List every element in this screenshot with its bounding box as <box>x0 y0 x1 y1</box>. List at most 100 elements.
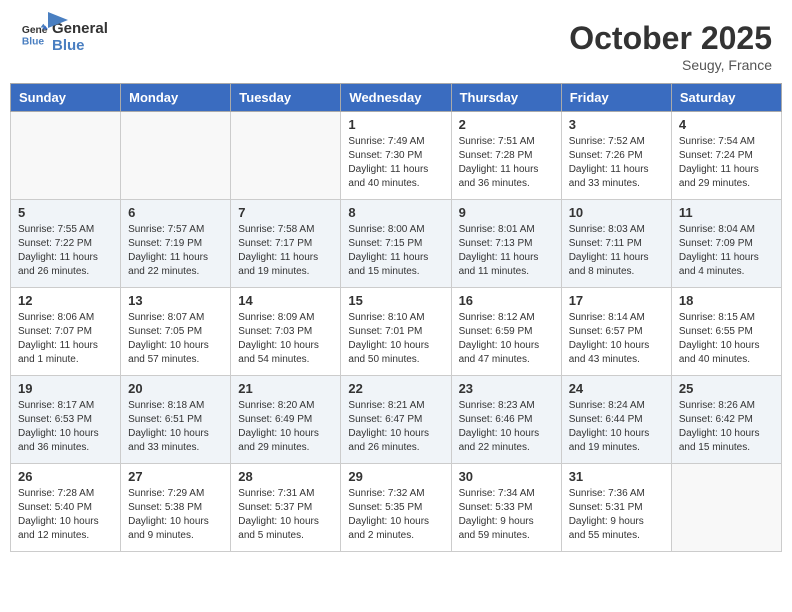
day-number: 17 <box>569 293 664 308</box>
calendar-cell-day-24: 24 Sunrise: 8:24 AM Sunset: 6:44 PM Dayli… <box>561 376 671 464</box>
cell-content: Sunrise: 7:57 AM Sunset: 7:19 PM Dayligh… <box>128 223 223 279</box>
day-number: 22 <box>348 381 443 396</box>
calendar-cell-day-30: 30 Sunrise: 7:34 AM Sunset: 5:33 PM Dayli… <box>451 464 561 552</box>
weekday-header-saturday: Saturday <box>671 84 781 112</box>
calendar-cell-day-13: 13 Sunrise: 8:07 AM Sunset: 7:05 PM Dayli… <box>121 288 231 376</box>
cell-content: Sunrise: 8:07 AM Sunset: 7:05 PM Dayligh… <box>128 311 223 367</box>
page-header: General Blue General Blue October 2025 S… <box>10 10 782 78</box>
calendar-cell-day-3: 3 Sunrise: 7:52 AM Sunset: 7:26 PM Daylig… <box>561 112 671 200</box>
calendar-cell-day-22: 22Sunrise: 8:21 AM Sunset: 6:47 PM Dayli… <box>341 376 451 464</box>
calendar-cell-day-26: 26 Sunrise: 7:28 AM Sunset: 5:40 PM Dayli… <box>11 464 121 552</box>
cell-content: Sunrise: 7:34 AM Sunset: 5:33 PM Dayligh… <box>459 487 554 543</box>
calendar-cell-day-4: 4Sunrise: 7:54 AM Sunset: 7:24 PM Daylig… <box>671 112 781 200</box>
weekday-header-sunday: Sunday <box>11 84 121 112</box>
day-number: 30 <box>459 469 554 484</box>
day-number: 27 <box>128 469 223 484</box>
calendar-cell-day-2: 2 Sunrise: 7:51 AM Sunset: 7:28 PM Daylig… <box>451 112 561 200</box>
weekday-header-thursday: Thursday <box>451 84 561 112</box>
calendar-cell-empty <box>11 112 121 200</box>
day-number: 8 <box>348 205 443 220</box>
cell-content: Sunrise: 7:52 AM Sunset: 7:26 PM Dayligh… <box>569 135 664 191</box>
day-number: 12 <box>18 293 113 308</box>
logo-icon: General Blue <box>20 20 48 48</box>
day-number: 21 <box>238 381 333 396</box>
weekday-header-wednesday: Wednesday <box>341 84 451 112</box>
day-number: 25 <box>679 381 774 396</box>
day-number: 2 <box>459 117 554 132</box>
day-number: 3 <box>569 117 664 132</box>
calendar-cell-day-17: 17 Sunrise: 8:14 AM Sunset: 6:57 PM Dayli… <box>561 288 671 376</box>
cell-content: Sunrise: 7:32 AM Sunset: 5:35 PM Dayligh… <box>348 487 443 543</box>
cell-content: Sunrise: 8:15 AM Sunset: 6:55 PM Dayligh… <box>679 311 774 367</box>
cell-content: Sunrise: 8:06 AM Sunset: 7:07 PM Dayligh… <box>18 311 113 367</box>
cell-content: Sunrise: 7:49 AM Sunset: 7:30 PM Dayligh… <box>348 135 443 191</box>
month-title: October 2025 <box>569 20 772 57</box>
logo-blue: Blue <box>52 37 108 54</box>
day-number: 5 <box>18 205 113 220</box>
cell-content: Sunrise: 8:00 AM Sunset: 7:15 PM Dayligh… <box>348 223 443 279</box>
calendar-cell-day-16: 16Sunrise: 8:12 AM Sunset: 6:59 PM Dayli… <box>451 288 561 376</box>
calendar-cell-day-7: 7 Sunrise: 7:58 AM Sunset: 7:17 PM Daylig… <box>231 200 341 288</box>
calendar-cell-empty <box>231 112 341 200</box>
day-number: 1 <box>348 117 443 132</box>
cell-content: Sunrise: 8:23 AM Sunset: 6:46 PM Dayligh… <box>459 399 554 455</box>
day-number: 31 <box>569 469 664 484</box>
cell-content: Sunrise: 8:09 AM Sunset: 7:03 PM Dayligh… <box>238 311 333 367</box>
calendar-table: SundayMondayTuesdayWednesdayThursdayFrid… <box>10 83 782 552</box>
day-number: 28 <box>238 469 333 484</box>
cell-content: Sunrise: 8:18 AM Sunset: 6:51 PM Dayligh… <box>128 399 223 455</box>
calendar-week-row: 12 Sunrise: 8:06 AM Sunset: 7:07 PM Dayli… <box>11 288 782 376</box>
calendar-week-row: 19 Sunrise: 8:17 AM Sunset: 6:53 PM Dayli… <box>11 376 782 464</box>
day-number: 18 <box>679 293 774 308</box>
weekday-header-monday: Monday <box>121 84 231 112</box>
day-number: 7 <box>238 205 333 220</box>
title-block: October 2025 Seugy, France <box>569 20 772 73</box>
day-number: 15 <box>348 293 443 308</box>
cell-content: Sunrise: 7:55 AM Sunset: 7:22 PM Dayligh… <box>18 223 113 279</box>
day-number: 4 <box>679 117 774 132</box>
calendar-cell-day-29: 29 Sunrise: 7:32 AM Sunset: 5:35 PM Dayli… <box>341 464 451 552</box>
calendar-cell-day-18: 18 Sunrise: 8:15 AM Sunset: 6:55 PM Dayli… <box>671 288 781 376</box>
day-number: 9 <box>459 205 554 220</box>
cell-content: Sunrise: 8:26 AM Sunset: 6:42 PM Dayligh… <box>679 399 774 455</box>
calendar-cell-day-10: 10Sunrise: 8:03 AM Sunset: 7:11 PM Dayli… <box>561 200 671 288</box>
cell-content: Sunrise: 8:24 AM Sunset: 6:44 PM Dayligh… <box>569 399 664 455</box>
calendar-cell-day-23: 23 Sunrise: 8:23 AM Sunset: 6:46 PM Dayli… <box>451 376 561 464</box>
calendar-cell-day-21: 21 Sunrise: 8:20 AM Sunset: 6:49 PM Dayli… <box>231 376 341 464</box>
logo: General Blue General Blue <box>20 20 68 54</box>
calendar-cell-empty <box>121 112 231 200</box>
calendar-cell-day-25: 25 Sunrise: 8:26 AM Sunset: 6:42 PM Dayli… <box>671 376 781 464</box>
cell-content: Sunrise: 7:28 AM Sunset: 5:40 PM Dayligh… <box>18 487 113 543</box>
calendar-cell-day-1: 1 Sunrise: 7:49 AM Sunset: 7:30 PM Daylig… <box>341 112 451 200</box>
cell-content: Sunrise: 8:20 AM Sunset: 6:49 PM Dayligh… <box>238 399 333 455</box>
calendar-cell-empty <box>671 464 781 552</box>
cell-content: Sunrise: 8:17 AM Sunset: 6:53 PM Dayligh… <box>18 399 113 455</box>
day-number: 16 <box>459 293 554 308</box>
calendar-cell-day-5: 5 Sunrise: 7:55 AM Sunset: 7:22 PM Daylig… <box>11 200 121 288</box>
calendar-week-row: 5 Sunrise: 7:55 AM Sunset: 7:22 PM Daylig… <box>11 200 782 288</box>
day-number: 6 <box>128 205 223 220</box>
day-number: 24 <box>569 381 664 396</box>
logo-arrow-icon <box>48 12 68 28</box>
day-number: 23 <box>459 381 554 396</box>
cell-content: Sunrise: 7:58 AM Sunset: 7:17 PM Dayligh… <box>238 223 333 279</box>
cell-content: Sunrise: 8:04 AM Sunset: 7:09 PM Dayligh… <box>679 223 774 279</box>
day-number: 11 <box>679 205 774 220</box>
cell-content: Sunrise: 8:03 AM Sunset: 7:11 PM Dayligh… <box>569 223 664 279</box>
weekday-header-friday: Friday <box>561 84 671 112</box>
day-number: 29 <box>348 469 443 484</box>
cell-content: Sunrise: 7:31 AM Sunset: 5:37 PM Dayligh… <box>238 487 333 543</box>
location: Seugy, France <box>569 57 772 73</box>
day-number: 20 <box>128 381 223 396</box>
day-number: 26 <box>18 469 113 484</box>
calendar-cell-day-15: 15Sunrise: 8:10 AM Sunset: 7:01 PM Dayli… <box>341 288 451 376</box>
day-number: 19 <box>18 381 113 396</box>
day-number: 13 <box>128 293 223 308</box>
calendar-cell-day-28: 28 Sunrise: 7:31 AM Sunset: 5:37 PM Dayli… <box>231 464 341 552</box>
cell-content: Sunrise: 7:51 AM Sunset: 7:28 PM Dayligh… <box>459 135 554 191</box>
calendar-cell-day-9: 9Sunrise: 8:01 AM Sunset: 7:13 PM Daylig… <box>451 200 561 288</box>
calendar-cell-day-20: 20 Sunrise: 8:18 AM Sunset: 6:51 PM Dayli… <box>121 376 231 464</box>
cell-content: Sunrise: 8:14 AM Sunset: 6:57 PM Dayligh… <box>569 311 664 367</box>
calendar-week-row: 26 Sunrise: 7:28 AM Sunset: 5:40 PM Dayli… <box>11 464 782 552</box>
calendar-cell-day-27: 27Sunrise: 7:29 AM Sunset: 5:38 PM Dayli… <box>121 464 231 552</box>
